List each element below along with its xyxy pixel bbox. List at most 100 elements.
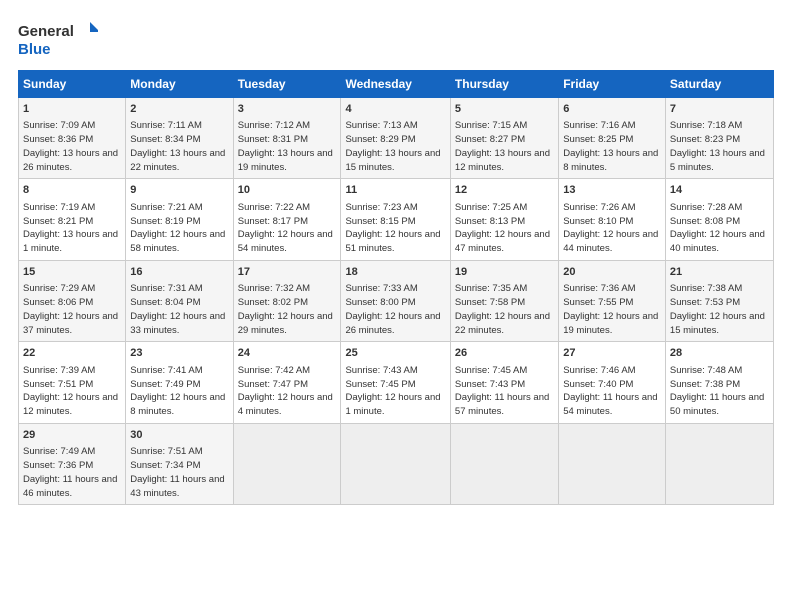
- calendar-cell: 8 Sunrise: 7:19 AM Sunset: 8:21 PM Dayli…: [19, 179, 126, 260]
- calendar-cell: 26 Sunrise: 7:45 AM Sunset: 7:43 PM Dayl…: [450, 342, 558, 423]
- daylight-label: Daylight: 12 hours and 58 minutes.: [130, 229, 225, 254]
- daylight-label: Daylight: 12 hours and 1 minute.: [345, 392, 440, 417]
- day-number: 26: [455, 346, 554, 361]
- day-number: 2: [130, 102, 228, 117]
- sunrise-label: Sunrise: 7:25 AM: [455, 202, 527, 213]
- calendar-cell: 24 Sunrise: 7:42 AM Sunset: 7:47 PM Dayl…: [233, 342, 341, 423]
- sunrise-label: Sunrise: 7:48 AM: [670, 365, 742, 376]
- calendar-cell: 13 Sunrise: 7:26 AM Sunset: 8:10 PM Dayl…: [559, 179, 666, 260]
- sunrise-label: Sunrise: 7:18 AM: [670, 120, 742, 131]
- sunrise-label: Sunrise: 7:36 AM: [563, 283, 635, 294]
- sunset-label: Sunset: 7:38 PM: [670, 379, 740, 390]
- sunrise-label: Sunrise: 7:39 AM: [23, 365, 95, 376]
- sunrise-label: Sunrise: 7:13 AM: [345, 120, 417, 131]
- calendar-week-row: 15 Sunrise: 7:29 AM Sunset: 8:06 PM Dayl…: [19, 260, 774, 341]
- sunset-label: Sunset: 7:45 PM: [345, 379, 415, 390]
- svg-text:General: General: [18, 23, 74, 40]
- calendar-cell: 10 Sunrise: 7:22 AM Sunset: 8:17 PM Dayl…: [233, 179, 341, 260]
- calendar-cell: 11 Sunrise: 7:23 AM Sunset: 8:15 PM Dayl…: [341, 179, 450, 260]
- day-number: 14: [670, 183, 769, 198]
- calendar-week-row: 1 Sunrise: 7:09 AM Sunset: 8:36 PM Dayli…: [19, 98, 774, 179]
- daylight-label: Daylight: 13 hours and 5 minutes.: [670, 148, 765, 173]
- day-number: 8: [23, 183, 121, 198]
- day-number: 25: [345, 346, 445, 361]
- day-info: Sunrise: 7:13 AM Sunset: 8:29 PM Dayligh…: [345, 119, 445, 174]
- sunset-label: Sunset: 7:53 PM: [670, 297, 740, 308]
- day-info: Sunrise: 7:36 AM Sunset: 7:55 PM Dayligh…: [563, 282, 661, 337]
- sunset-label: Sunset: 7:47 PM: [238, 379, 308, 390]
- sunrise-label: Sunrise: 7:12 AM: [238, 120, 310, 131]
- calendar-cell: 17 Sunrise: 7:32 AM Sunset: 8:02 PM Dayl…: [233, 260, 341, 341]
- calendar-cell: 21 Sunrise: 7:38 AM Sunset: 7:53 PM Dayl…: [665, 260, 773, 341]
- day-info: Sunrise: 7:41 AM Sunset: 7:49 PM Dayligh…: [130, 364, 228, 419]
- calendar-cell: 15 Sunrise: 7:29 AM Sunset: 8:06 PM Dayl…: [19, 260, 126, 341]
- sunset-label: Sunset: 8:29 PM: [345, 134, 415, 145]
- daylight-label: Daylight: 13 hours and 22 minutes.: [130, 148, 225, 173]
- sunrise-label: Sunrise: 7:32 AM: [238, 283, 310, 294]
- day-number: 15: [23, 265, 121, 280]
- daylight-label: Daylight: 11 hours and 54 minutes.: [563, 392, 657, 417]
- day-info: Sunrise: 7:28 AM Sunset: 8:08 PM Dayligh…: [670, 201, 769, 256]
- sunrise-label: Sunrise: 7:45 AM: [455, 365, 527, 376]
- sunset-label: Sunset: 8:13 PM: [455, 216, 525, 227]
- sunrise-label: Sunrise: 7:22 AM: [238, 202, 310, 213]
- day-info: Sunrise: 7:33 AM Sunset: 8:00 PM Dayligh…: [345, 282, 445, 337]
- day-number: 28: [670, 346, 769, 361]
- daylight-label: Daylight: 12 hours and 29 minutes.: [238, 311, 333, 336]
- day-info: Sunrise: 7:21 AM Sunset: 8:19 PM Dayligh…: [130, 201, 228, 256]
- col-wednesday: Wednesday: [341, 71, 450, 98]
- day-number: 11: [345, 183, 445, 198]
- sunset-label: Sunset: 8:27 PM: [455, 134, 525, 145]
- daylight-label: Daylight: 13 hours and 15 minutes.: [345, 148, 440, 173]
- calendar-cell: 14 Sunrise: 7:28 AM Sunset: 8:08 PM Dayl…: [665, 179, 773, 260]
- day-info: Sunrise: 7:23 AM Sunset: 8:15 PM Dayligh…: [345, 201, 445, 256]
- daylight-label: Daylight: 11 hours and 50 minutes.: [670, 392, 764, 417]
- day-info: Sunrise: 7:38 AM Sunset: 7:53 PM Dayligh…: [670, 282, 769, 337]
- calendar-cell: [665, 423, 773, 504]
- calendar-cell: 4 Sunrise: 7:13 AM Sunset: 8:29 PM Dayli…: [341, 98, 450, 179]
- sunset-label: Sunset: 8:19 PM: [130, 216, 200, 227]
- sunrise-label: Sunrise: 7:29 AM: [23, 283, 95, 294]
- day-number: 1: [23, 102, 121, 117]
- daylight-label: Daylight: 12 hours and 26 minutes.: [345, 311, 440, 336]
- calendar-cell: 5 Sunrise: 7:15 AM Sunset: 8:27 PM Dayli…: [450, 98, 558, 179]
- day-info: Sunrise: 7:48 AM Sunset: 7:38 PM Dayligh…: [670, 364, 769, 419]
- sunrise-label: Sunrise: 7:31 AM: [130, 283, 202, 294]
- daylight-label: Daylight: 12 hours and 15 minutes.: [670, 311, 765, 336]
- daylight-label: Daylight: 12 hours and 44 minutes.: [563, 229, 658, 254]
- header-row: Sunday Monday Tuesday Wednesday Thursday…: [19, 71, 774, 98]
- day-number: 17: [238, 265, 337, 280]
- day-info: Sunrise: 7:32 AM Sunset: 8:02 PM Dayligh…: [238, 282, 337, 337]
- sunset-label: Sunset: 8:23 PM: [670, 134, 740, 145]
- daylight-label: Daylight: 12 hours and 51 minutes.: [345, 229, 440, 254]
- day-number: 22: [23, 346, 121, 361]
- daylight-label: Daylight: 12 hours and 19 minutes.: [563, 311, 658, 336]
- calendar-cell: [559, 423, 666, 504]
- sunset-label: Sunset: 7:40 PM: [563, 379, 633, 390]
- calendar-week-row: 22 Sunrise: 7:39 AM Sunset: 7:51 PM Dayl…: [19, 342, 774, 423]
- sunrise-label: Sunrise: 7:23 AM: [345, 202, 417, 213]
- day-info: Sunrise: 7:12 AM Sunset: 8:31 PM Dayligh…: [238, 119, 337, 174]
- col-thursday: Thursday: [450, 71, 558, 98]
- daylight-label: Daylight: 13 hours and 19 minutes.: [238, 148, 333, 173]
- day-number: 6: [563, 102, 661, 117]
- calendar-cell: 23 Sunrise: 7:41 AM Sunset: 7:49 PM Dayl…: [126, 342, 233, 423]
- page: General Blue Sunday Monday Tuesday Wedne…: [0, 0, 792, 612]
- calendar-cell: 22 Sunrise: 7:39 AM Sunset: 7:51 PM Dayl…: [19, 342, 126, 423]
- day-info: Sunrise: 7:11 AM Sunset: 8:34 PM Dayligh…: [130, 119, 228, 174]
- sunset-label: Sunset: 7:34 PM: [130, 460, 200, 471]
- day-number: 30: [130, 428, 228, 443]
- day-info: Sunrise: 7:39 AM Sunset: 7:51 PM Dayligh…: [23, 364, 121, 419]
- calendar-cell: 29 Sunrise: 7:49 AM Sunset: 7:36 PM Dayl…: [19, 423, 126, 504]
- calendar-week-row: 29 Sunrise: 7:49 AM Sunset: 7:36 PM Dayl…: [19, 423, 774, 504]
- header: General Blue: [18, 18, 774, 62]
- col-tuesday: Tuesday: [233, 71, 341, 98]
- daylight-label: Daylight: 12 hours and 54 minutes.: [238, 229, 333, 254]
- day-info: Sunrise: 7:25 AM Sunset: 8:13 PM Dayligh…: [455, 201, 554, 256]
- day-number: 23: [130, 346, 228, 361]
- day-info: Sunrise: 7:49 AM Sunset: 7:36 PM Dayligh…: [23, 445, 121, 500]
- daylight-label: Daylight: 12 hours and 37 minutes.: [23, 311, 118, 336]
- calendar-cell: [450, 423, 558, 504]
- sunrise-label: Sunrise: 7:19 AM: [23, 202, 95, 213]
- col-sunday: Sunday: [19, 71, 126, 98]
